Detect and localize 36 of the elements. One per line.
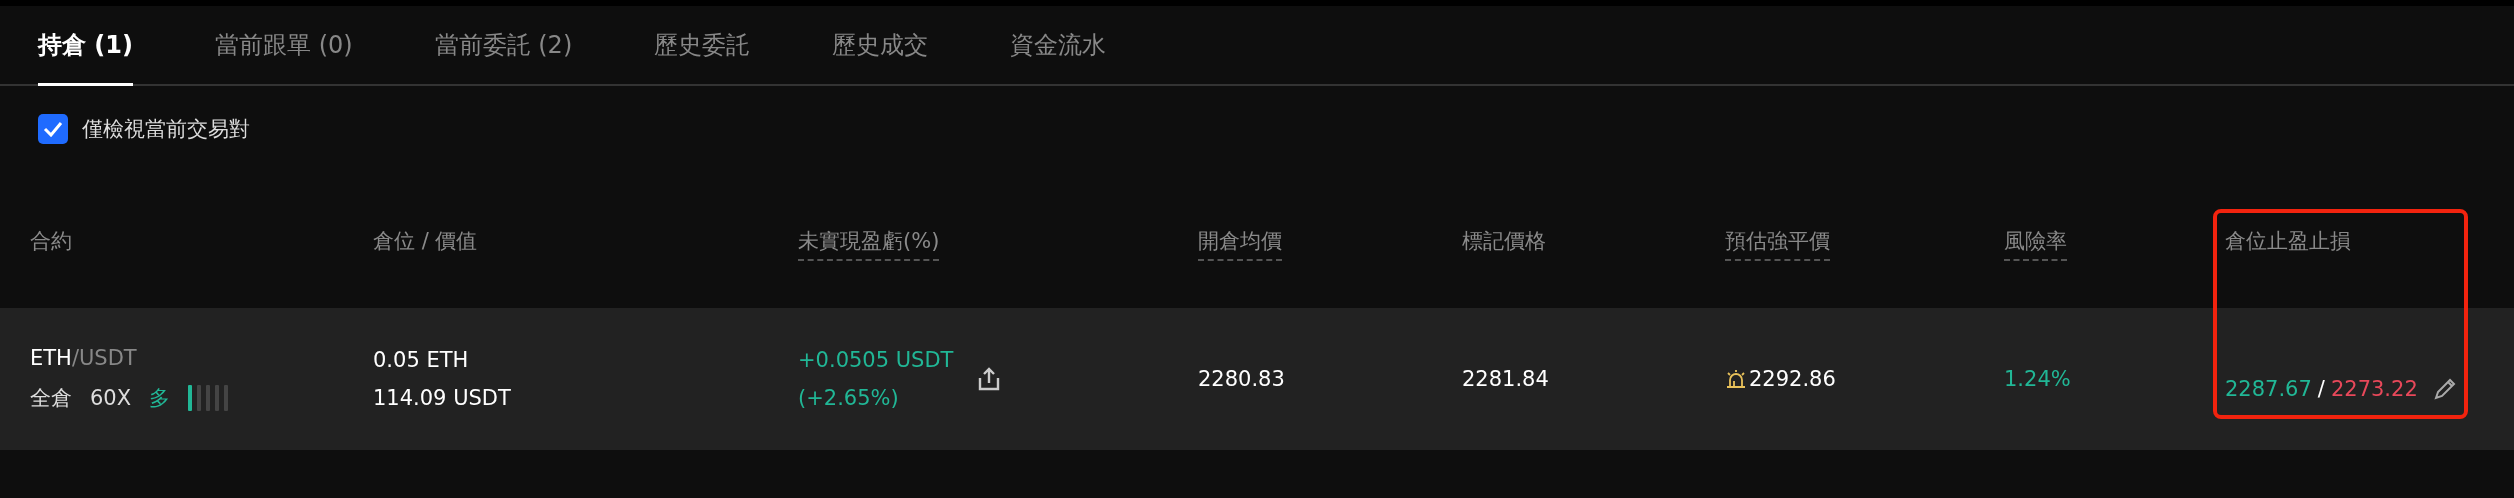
separator: / [2317,377,2325,401]
mark-price: 2281.84 [1462,367,1550,391]
column-header: 風險率 [2004,229,2067,261]
entry-price: 2280.83 [1198,367,1286,391]
column-header: 倉位 / 價值 [373,229,478,255]
stop-loss: 2273.22 [2330,377,2418,401]
risk-rate: 1.24% [2004,367,2072,391]
column-header: 合約 [30,229,72,255]
check-icon [43,121,63,137]
column-header: 預估強平價 [1725,229,1830,261]
column-header: 標記價格 [1462,229,1546,255]
contract-base: ETH [30,346,72,370]
pnl-percent: (+2.65%) [798,386,900,410]
tab[interactable]: 當前委託 (2) [434,6,573,86]
contract-quote: /USDT [71,346,137,370]
position-size: 0.05 ETH [373,348,470,372]
tab[interactable]: 資金流水 [1010,6,1107,86]
unrealized-pnl: +0.0505 USDT [798,348,954,372]
checkbox[interactable] [38,114,68,144]
margin-mode: 全倉 [30,385,72,412]
tab[interactable]: 當前跟單 (0) [215,6,353,86]
checkbox-label: 僅檢視當前交易對 [82,116,250,143]
leverage: 60X [90,386,132,410]
column-header: 開倉均價 [1198,229,1282,261]
alarm-icon [1725,369,1747,389]
tab[interactable]: 持倉 (1) [38,6,133,86]
position-value: 114.09 USDT [373,386,512,410]
pencil-icon[interactable] [2431,376,2458,402]
column-header: 未實現盈虧(%) [798,229,940,261]
share-icon[interactable] [977,366,1002,392]
take-profit: 2287.67 [2225,377,2312,401]
liquidation-price: 2292.86 [1749,367,1836,391]
tab[interactable]: 歷史成交 [832,6,929,86]
side: 多 [149,385,171,412]
tab[interactable]: 歷史委託 [654,6,751,86]
column-header: 倉位止盈止損 [2225,229,2351,255]
